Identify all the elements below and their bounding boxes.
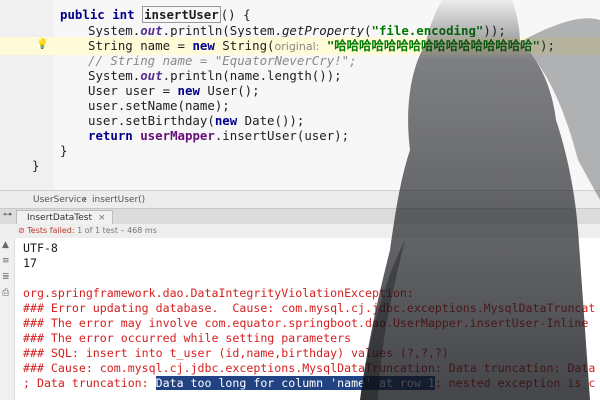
keyword: return [88,128,133,143]
code-text: )); [483,23,506,38]
code-text: .println(System. [162,23,282,38]
keyword: new [214,113,238,128]
scroll-up-icon[interactable]: ▲ [2,240,9,250]
code-text: .insertUser(user); [214,128,350,143]
keyword: new [192,38,215,53]
static-field: out [140,23,163,38]
code-text: .println(name.length()); [162,68,342,83]
console-line[interactable]: ### Cause: com.mysql.cj.jdbc.exceptions.… [23,361,595,376]
string-literal: "哈哈哈哈哈哈哈哈哈哈哈哈哈哈哈哈" [326,38,540,53]
code-text: User user = [88,83,178,98]
console-text: ; nested exception is c [434,376,596,390]
code-editor[interactable]: public int insertUser() { System.out.pri… [0,0,600,190]
tab-label: InsertDataTest [27,213,93,223]
close-icon[interactable]: × [98,213,106,223]
error-icon: ⊘ [18,226,25,235]
console-last-line[interactable]: ; Data truncation: Data too long for col… [23,376,595,391]
editor-gutter[interactable] [0,0,54,190]
console-line[interactable]: UTF-8 [23,241,58,256]
code-line-brace-inner[interactable]: } [60,142,67,160]
console-line[interactable]: org.springframework.dao.DataIntegrityVio… [23,286,414,301]
code-line-9[interactable]: return userMapper.insertUser(user); [88,127,349,145]
static-method: getProperty [281,23,365,38]
breadcrumb-class[interactable]: UserService [33,191,87,209]
code-text: Date()); [237,113,305,128]
code-text: String name = [88,38,193,53]
console-output[interactable]: ▲ ≡ ≣ ⎙ UTF-8 17 org.springframework.dao.D… [0,238,600,400]
field-reference: userMapper [132,128,215,143]
selected-text: Data too long for column 'name' at row 1 [155,376,435,390]
breadcrumb: UserService › insertUser() [0,190,600,209]
code-text: User(); [199,83,260,98]
code-text: user.setBirthday( [88,113,215,128]
code-text: System. [88,68,141,83]
code-text: String( [214,38,275,53]
code-text: System. [88,23,141,38]
console-line[interactable]: ### The error occurred while setting par… [23,331,351,346]
console-line[interactable]: ### Error updating database. Cause: com.… [23,301,595,316]
code-text: ); [539,38,555,53]
console-line[interactable]: 17 [23,256,37,271]
method-name: insertUser [142,6,221,23]
console-gutter: ▲ ≡ ≣ ⎙ [0,238,15,400]
console-text: ; Data truncation: [23,376,156,390]
static-field: out [140,68,163,83]
breadcrumb-method[interactable]: insertUser() [92,191,145,209]
print-icon[interactable]: ⎙ [2,288,9,298]
pin-icon[interactable]: ⊶ [3,210,12,220]
code-text: } [32,158,40,173]
keyword: public int [60,7,135,22]
comment: // String name = "EquatorNeverCry!"; [88,53,357,68]
string-literal: "file.encoding" [371,23,484,38]
filter-icon[interactable]: ≣ [2,272,10,282]
wrap-icon[interactable]: ≡ [2,256,10,266]
keyword: new [177,83,200,98]
tests-failed-detail: 1 of 1 test – 468 ms [77,226,157,235]
console-line[interactable]: ### The error may involve com.equator.sp… [23,316,588,331]
code-text: () { [220,7,251,22]
test-status-bar: ⊘ Tests failed: 1 of 1 test – 468 ms [0,224,600,238]
console-line[interactable]: ### SQL: insert into t_user (id,name,bir… [23,346,449,361]
run-tool-window-tabs: ⊶ InsertDataTest × [0,208,600,226]
code-text: } [60,143,68,158]
code-text: user.setName(name); [88,98,230,113]
tests-failed-label: Tests failed: [27,226,75,235]
code-line-brace-outer[interactable]: } [32,157,39,175]
lightbulb-icon[interactable]: 💡 [36,39,48,50]
code-text: ( [364,23,372,38]
breadcrumb-separator: › [83,195,87,205]
